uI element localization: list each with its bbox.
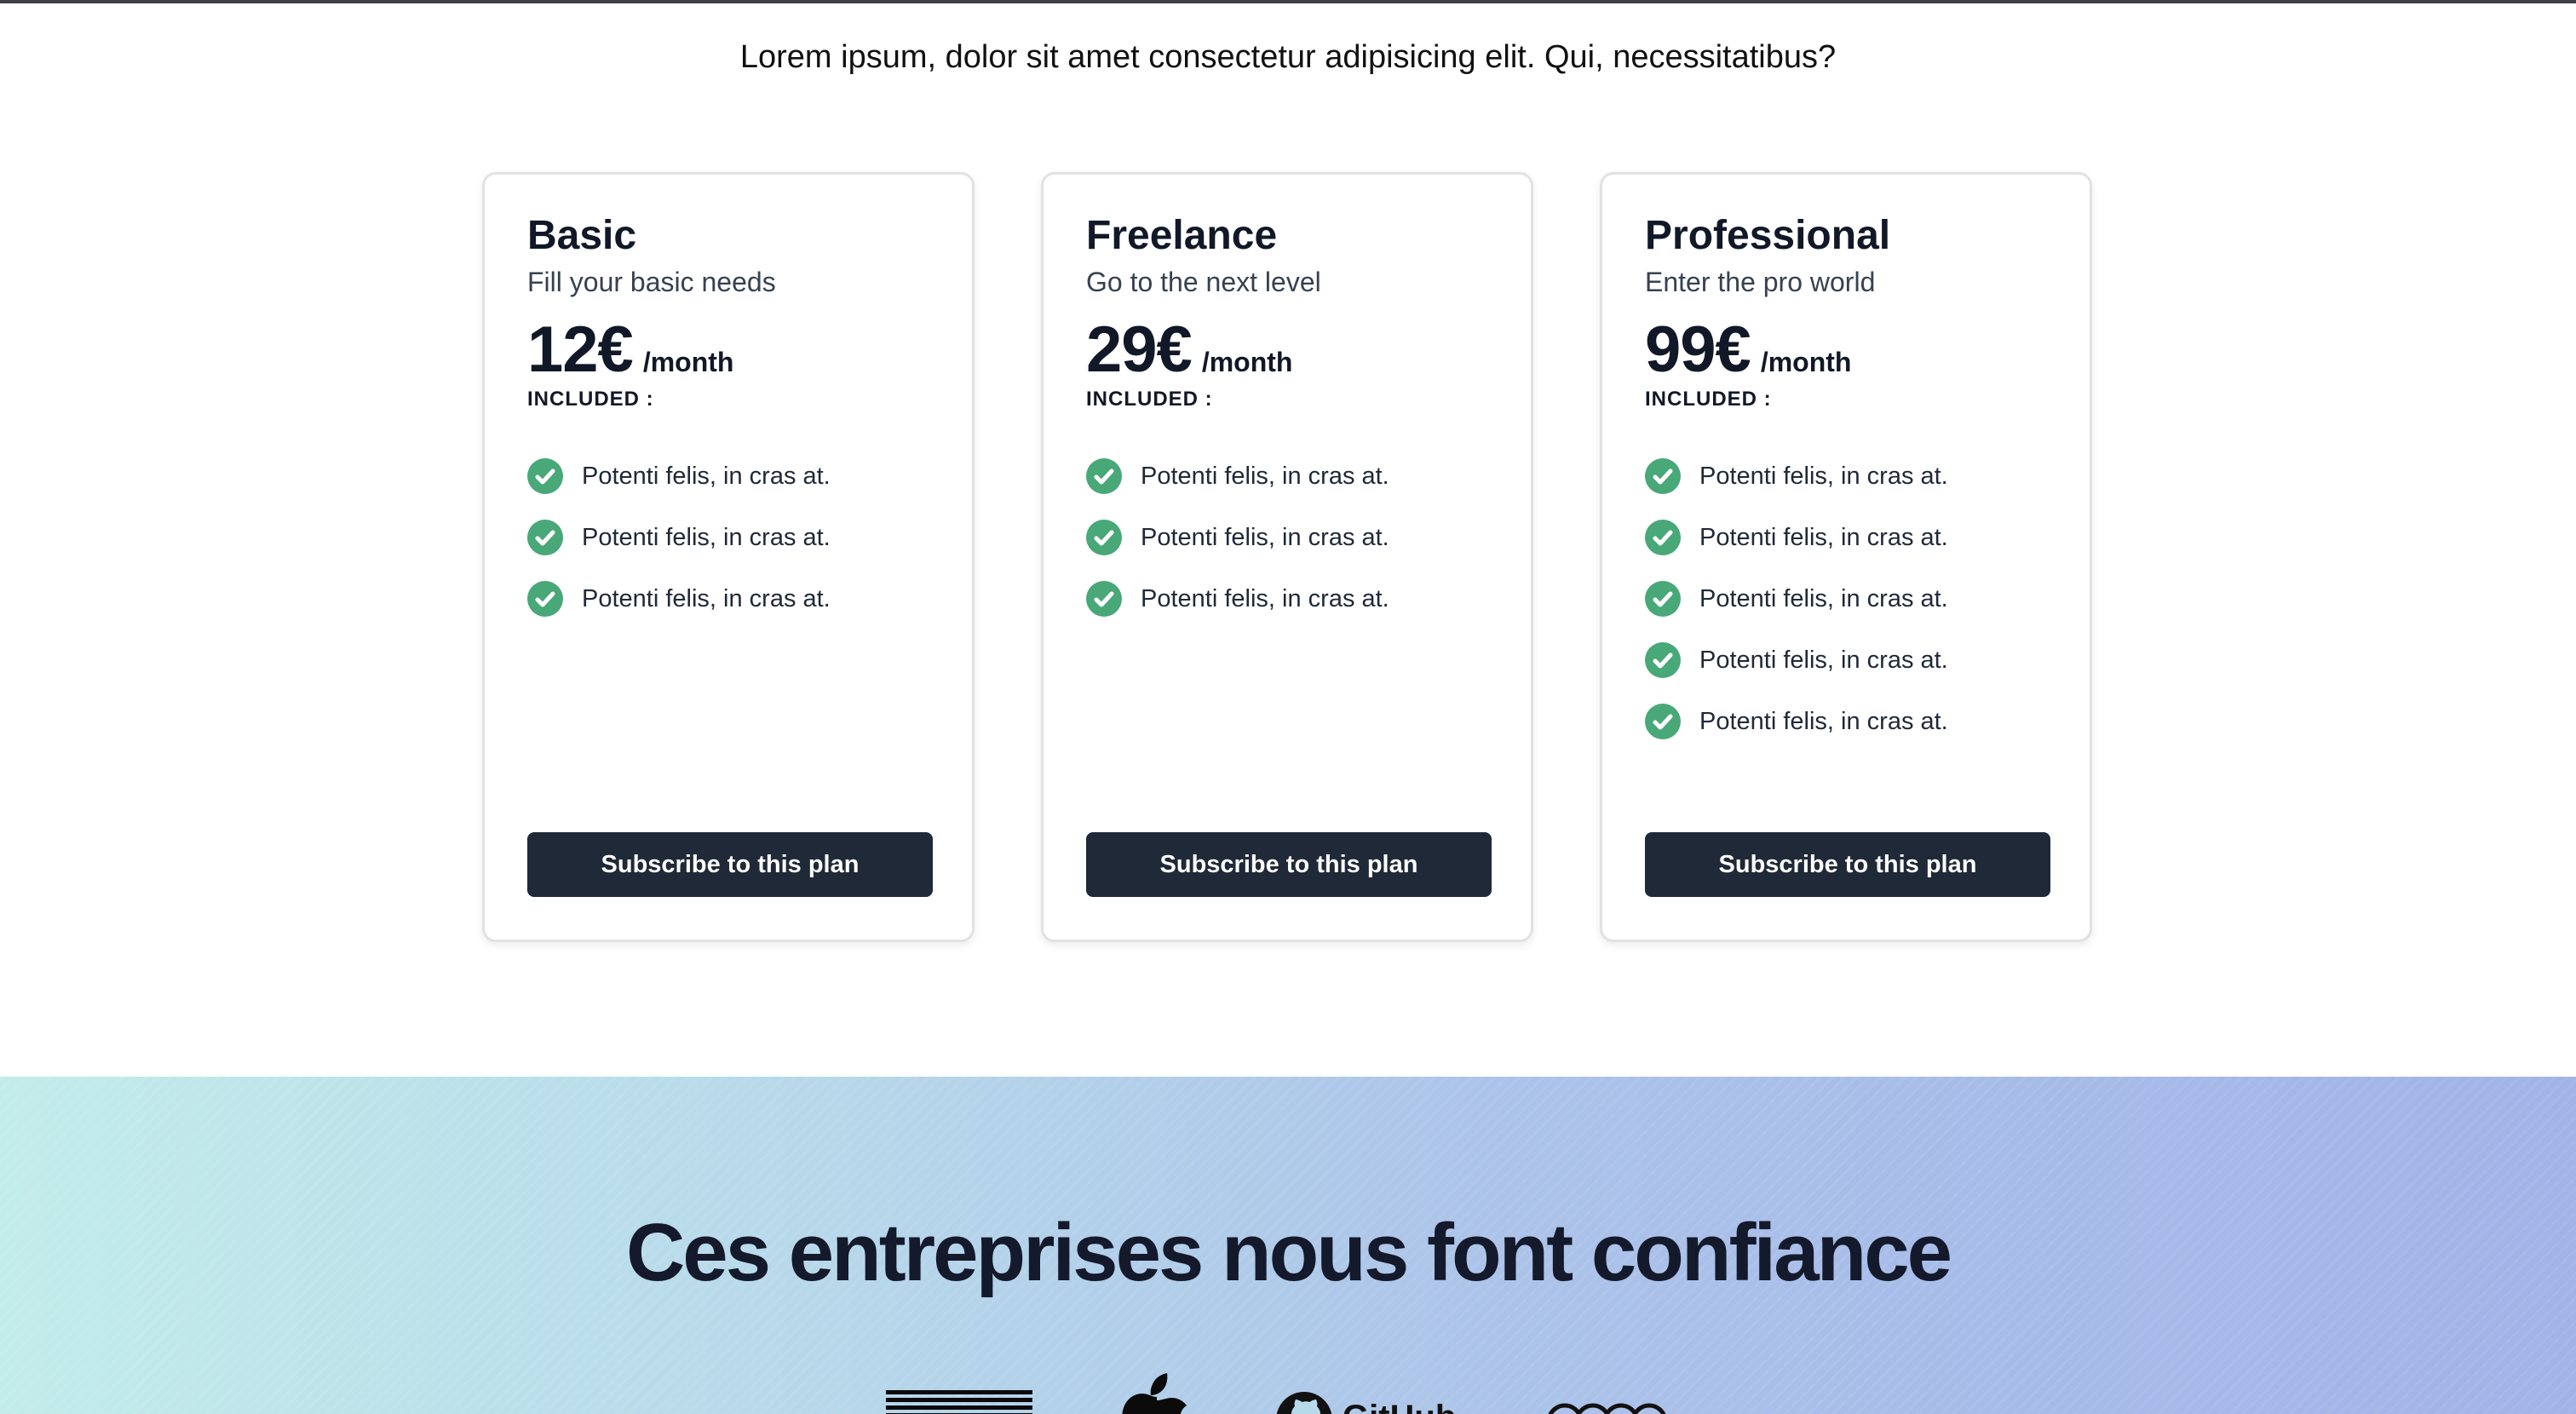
ibm-logo xyxy=(886,1390,1032,1414)
check-circle-icon xyxy=(1086,581,1122,617)
plan-price: 99€ xyxy=(1645,313,1751,386)
feature-text: Potenti felis, in cras at. xyxy=(1141,462,1389,490)
plan-subtitle: Go to the next level xyxy=(1086,267,1321,297)
plan-price: 12€ xyxy=(527,313,634,386)
price-period: /month xyxy=(1760,347,1852,377)
check-circle-icon xyxy=(1645,458,1681,494)
apple-logo xyxy=(1114,1366,1199,1414)
check-circle-icon xyxy=(527,581,563,617)
github-wordmark: GitHub xyxy=(1343,1399,1456,1414)
feature-text: Potenti felis, in cras at. xyxy=(1699,646,1948,674)
trust-section: Ces entreprises nous font confiance GitH… xyxy=(0,1077,2576,1414)
trust-title: Ces entreprises nous font confiance xyxy=(625,1207,1952,1298)
price-row: 12€ /month xyxy=(527,316,929,384)
plan-card-professional: Professional Enter the pro world 99€ /mo… xyxy=(1600,172,2092,942)
feature-item: Potenti felis, in cras at. xyxy=(527,507,929,568)
included-label: INCLUDED : xyxy=(1645,388,1772,411)
plan-card-freelance: Freelance Go to the next level 29€ /mont… xyxy=(1041,172,1533,942)
plan-name: Freelance xyxy=(1086,213,1278,258)
plan-name: Basic xyxy=(527,213,637,258)
included-label: INCLUDED : xyxy=(527,388,654,411)
price-period: /month xyxy=(1201,347,1293,377)
feature-text: Potenti felis, in cras at. xyxy=(582,462,831,490)
feature-text: Potenti felis, in cras at. xyxy=(1141,523,1389,551)
feature-text: Potenti felis, in cras at. xyxy=(582,584,831,612)
plan-name: Professional xyxy=(1645,213,1891,258)
check-circle-icon xyxy=(527,520,563,555)
feature-text: Potenti felis, in cras at. xyxy=(1699,707,1948,735)
subscribe-button-professional[interactable]: Subscribe to this plan xyxy=(1645,832,2050,897)
feature-item: Potenti felis, in cras at. xyxy=(1086,568,1488,629)
plan-card-basic: Basic Fill your basic needs 12€ /month I… xyxy=(482,172,975,942)
top-border xyxy=(0,0,2576,3)
check-circle-icon xyxy=(1086,458,1122,494)
check-circle-icon xyxy=(1645,520,1681,555)
feature-text: Potenti felis, in cras at. xyxy=(1699,462,1948,490)
plan-subtitle: Fill your basic needs xyxy=(527,267,776,297)
check-circle-icon xyxy=(1645,581,1681,617)
feature-item: Potenti felis, in cras at. xyxy=(1086,445,1488,507)
intro-text: Lorem ipsum, dolor sit amet consectetur … xyxy=(739,39,1837,75)
feature-text: Potenti felis, in cras at. xyxy=(1699,584,1948,612)
feature-item: Potenti felis, in cras at. xyxy=(527,445,929,507)
check-circle-icon xyxy=(1645,642,1681,678)
feature-list: Potenti felis, in cras at. Potenti felis,… xyxy=(527,445,929,629)
pricing-cards: Basic Fill your basic needs 12€ /month I… xyxy=(482,172,2094,942)
github-logo: GitHub xyxy=(1274,1390,1456,1414)
plan-price: 29€ xyxy=(1086,313,1193,386)
check-circle-icon xyxy=(1086,520,1122,555)
price-row: 99€ /month xyxy=(1645,316,2047,384)
feature-item: Potenti felis, in cras at. xyxy=(527,568,929,629)
feature-text: Potenti felis, in cras at. xyxy=(1699,523,1948,551)
feature-list: Potenti felis, in cras at. Potenti felis,… xyxy=(1645,445,2047,752)
feature-item: Potenti felis, in cras at. xyxy=(1645,691,2047,752)
feature-text: Potenti felis, in cras at. xyxy=(1141,584,1389,612)
subscribe-button-basic[interactable]: Subscribe to this plan xyxy=(527,832,933,897)
subscribe-button-freelance[interactable]: Subscribe to this plan xyxy=(1086,832,1492,897)
price-row: 29€ /month xyxy=(1086,316,1488,384)
company-logos: GitHub xyxy=(886,1366,1687,1414)
check-circle-icon xyxy=(1645,704,1681,739)
price-period: /month xyxy=(642,347,734,377)
feature-item: Potenti felis, in cras at. xyxy=(1086,507,1488,568)
feature-list: Potenti felis, in cras at. Potenti felis,… xyxy=(1086,445,1488,629)
plan-subtitle: Enter the pro world xyxy=(1645,267,1876,297)
audi-logo xyxy=(1544,1400,1671,1414)
feature-text: Potenti felis, in cras at. xyxy=(582,523,831,551)
feature-item: Potenti felis, in cras at. xyxy=(1645,445,2047,507)
feature-item: Potenti felis, in cras at. xyxy=(1645,629,2047,691)
feature-item: Potenti felis, in cras at. xyxy=(1645,507,2047,568)
included-label: INCLUDED : xyxy=(1086,388,1213,411)
check-circle-icon xyxy=(527,458,563,494)
feature-item: Potenti felis, in cras at. xyxy=(1645,568,2047,629)
